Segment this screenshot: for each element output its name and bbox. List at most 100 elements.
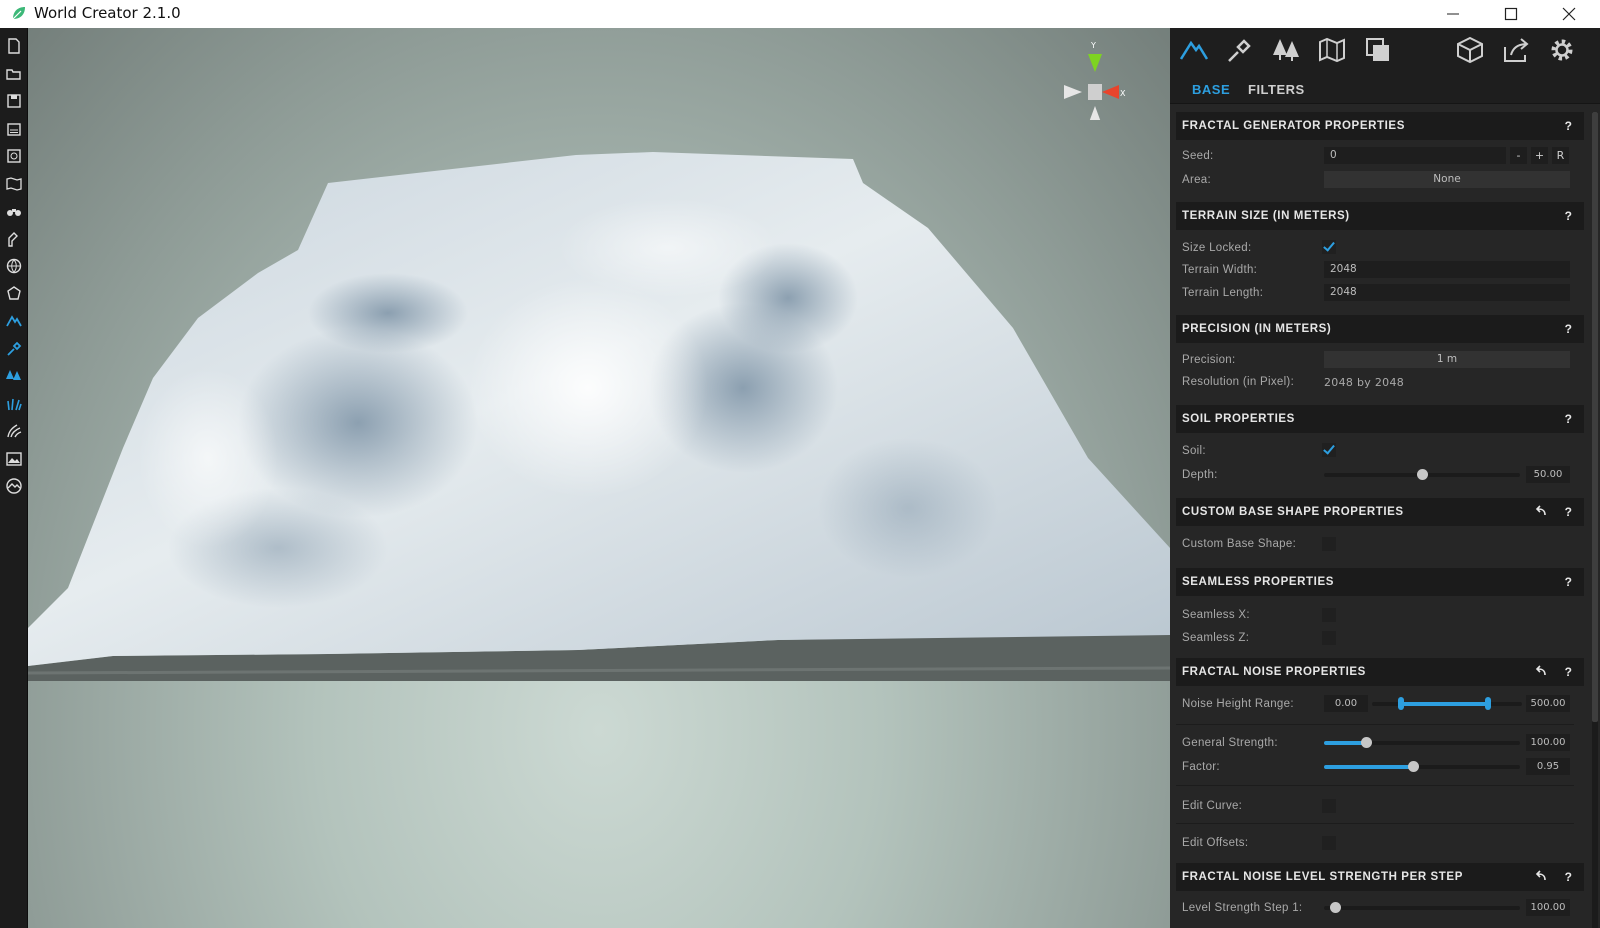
- custom-base-shape-label: Custom Base Shape:: [1182, 538, 1297, 550]
- terrain-mode-icon[interactable]: [4, 311, 24, 331]
- image-icon[interactable]: [4, 449, 24, 469]
- trees-mode-icon[interactable]: [4, 366, 24, 386]
- map-icon[interactable]: [1316, 34, 1348, 66]
- factor-value[interactable]: 0.95: [1526, 758, 1570, 775]
- soil-checkbox[interactable]: [1322, 443, 1336, 457]
- sky-icon[interactable]: [4, 476, 24, 496]
- level-strength-step1-label: Level Strength Step 1:: [1182, 902, 1303, 914]
- minimize-button[interactable]: [1424, 0, 1482, 28]
- reset-arrow-icon[interactable]: [1534, 504, 1548, 518]
- globe-export-icon[interactable]: [4, 146, 24, 166]
- soil-label: Soil:: [1182, 445, 1206, 457]
- terrain-length-input[interactable]: 2048: [1324, 284, 1570, 301]
- terrain-render: [28, 152, 1170, 681]
- precision-dropdown[interactable]: 1 m: [1324, 351, 1570, 368]
- section-precision[interactable]: PRECISION (IN METERS) ?: [1176, 315, 1584, 343]
- edit-curve-checkbox[interactable]: [1322, 799, 1336, 813]
- section-title: CUSTOM BASE SHAPE PROPERTIES: [1182, 506, 1404, 518]
- terrain-icon[interactable]: [1178, 34, 1210, 66]
- tab-filters[interactable]: FILTERS: [1248, 82, 1305, 97]
- range-min-handle[interactable]: [1398, 697, 1404, 710]
- area-dropdown[interactable]: None: [1324, 171, 1570, 188]
- section-seamless[interactable]: SEAMLESS PROPERTIES ?: [1176, 568, 1584, 596]
- binoculars-icon[interactable]: [4, 201, 24, 221]
- section-title: FRACTAL NOISE PROPERTIES: [1182, 666, 1366, 678]
- help-button[interactable]: ?: [1565, 322, 1572, 336]
- open-folder-icon[interactable]: [4, 64, 24, 84]
- help-button[interactable]: ?: [1565, 505, 1572, 519]
- custom-base-shape-checkbox[interactable]: [1322, 537, 1336, 551]
- level-strength-step1-knob[interactable]: [1330, 902, 1341, 913]
- erosion-icon[interactable]: [4, 421, 24, 441]
- seed-decrement-button[interactable]: -: [1510, 147, 1527, 164]
- close-button[interactable]: [1540, 0, 1598, 28]
- help-button[interactable]: ?: [1565, 412, 1572, 426]
- gizmo-x-label: X: [1120, 89, 1126, 98]
- reset-arrow-icon[interactable]: [1534, 664, 1548, 678]
- save-as-icon[interactable]: [4, 119, 24, 139]
- map-icon[interactable]: [4, 174, 24, 194]
- noise-height-max-value[interactable]: 500.00: [1526, 695, 1570, 712]
- maximize-icon: [1504, 7, 1518, 21]
- noise-height-range-label: Noise Height Range:: [1182, 698, 1294, 710]
- area-label: Area:: [1182, 174, 1211, 186]
- edit-curve-label: Edit Curve:: [1182, 800, 1243, 812]
- help-button[interactable]: ?: [1565, 575, 1572, 589]
- section-terrain-size[interactable]: TERRAIN SIZE (IN METERS) ?: [1176, 202, 1584, 230]
- seed-increment-button[interactable]: +: [1531, 147, 1548, 164]
- level-strength-step1-value[interactable]: 100.00: [1526, 899, 1570, 916]
- help-button[interactable]: ?: [1565, 119, 1572, 133]
- depth-label: Depth:: [1182, 469, 1218, 481]
- depth-slider-knob[interactable]: [1417, 469, 1428, 480]
- noise-height-min-value[interactable]: 0.00: [1324, 695, 1368, 712]
- precision-label: Precision:: [1182, 354, 1236, 366]
- brush-icon[interactable]: [1224, 34, 1256, 66]
- section-fractal-noise[interactable]: FRACTAL NOISE PROPERTIES ?: [1176, 658, 1584, 686]
- export-icon[interactable]: [1500, 34, 1532, 66]
- sculpt-tool-icon[interactable]: [4, 229, 24, 249]
- general-strength-label: General Strength:: [1182, 737, 1278, 749]
- general-strength-value[interactable]: 100.00: [1526, 734, 1570, 751]
- grass-mode-icon[interactable]: [4, 394, 24, 414]
- help-button[interactable]: ?: [1565, 209, 1572, 223]
- orientation-gizmo[interactable]: Y X: [1060, 40, 1130, 125]
- divider: [1176, 785, 1574, 786]
- scrollbar-thumb[interactable]: [1592, 112, 1598, 722]
- terrain-width-input[interactable]: 2048: [1324, 261, 1570, 278]
- range-max-handle[interactable]: [1485, 697, 1491, 710]
- new-file-icon[interactable]: [4, 36, 24, 56]
- seed-input[interactable]: 0: [1324, 147, 1506, 164]
- depth-value[interactable]: 50.00: [1526, 466, 1570, 483]
- size-locked-checkbox[interactable]: [1322, 240, 1336, 254]
- filter-badge-icon[interactable]: [4, 284, 24, 304]
- seed-random-button[interactable]: R: [1552, 147, 1569, 164]
- 3d-viewport[interactable]: Y X: [28, 28, 1170, 928]
- tab-base[interactable]: BASE: [1192, 82, 1230, 97]
- trees-icon[interactable]: [1270, 34, 1302, 66]
- reset-arrow-icon[interactable]: [1534, 869, 1548, 883]
- level-strength-step1-track[interactable]: [1324, 906, 1520, 910]
- seamless-z-checkbox[interactable]: [1322, 631, 1336, 645]
- globe-icon[interactable]: [4, 256, 24, 276]
- section-custom-base-shape[interactable]: CUSTOM BASE SHAPE PROPERTIES ?: [1176, 498, 1584, 526]
- seamless-x-checkbox[interactable]: [1322, 608, 1336, 622]
- gear-icon[interactable]: [1546, 34, 1578, 66]
- layers-icon[interactable]: [1362, 34, 1394, 66]
- edit-offsets-checkbox[interactable]: [1322, 836, 1336, 850]
- section-level-strength[interactable]: FRACTAL NOISE LEVEL STRENGTH PER STEP ?: [1176, 863, 1584, 891]
- maximize-button[interactable]: [1482, 0, 1540, 28]
- help-button[interactable]: ?: [1565, 665, 1572, 679]
- section-soil[interactable]: SOIL PROPERTIES ?: [1176, 405, 1584, 433]
- save-icon[interactable]: [4, 91, 24, 111]
- title-bar: World Creator 2.1.0: [0, 0, 1600, 28]
- general-strength-knob[interactable]: [1361, 737, 1372, 748]
- factor-fill: [1324, 765, 1414, 769]
- help-button[interactable]: ?: [1565, 870, 1572, 884]
- brush-mode-icon[interactable]: [4, 339, 24, 359]
- section-fractal-generator[interactable]: FRACTAL GENERATOR PROPERTIES ?: [1176, 112, 1584, 140]
- section-title: PRECISION (IN METERS): [1182, 323, 1332, 335]
- factor-label: Factor:: [1182, 761, 1220, 773]
- cube-icon[interactable]: [1454, 34, 1486, 66]
- factor-knob[interactable]: [1408, 761, 1419, 772]
- properties-panel: BASE FILTERS FRACTAL GENERATOR PROPERTIE…: [1170, 28, 1600, 928]
